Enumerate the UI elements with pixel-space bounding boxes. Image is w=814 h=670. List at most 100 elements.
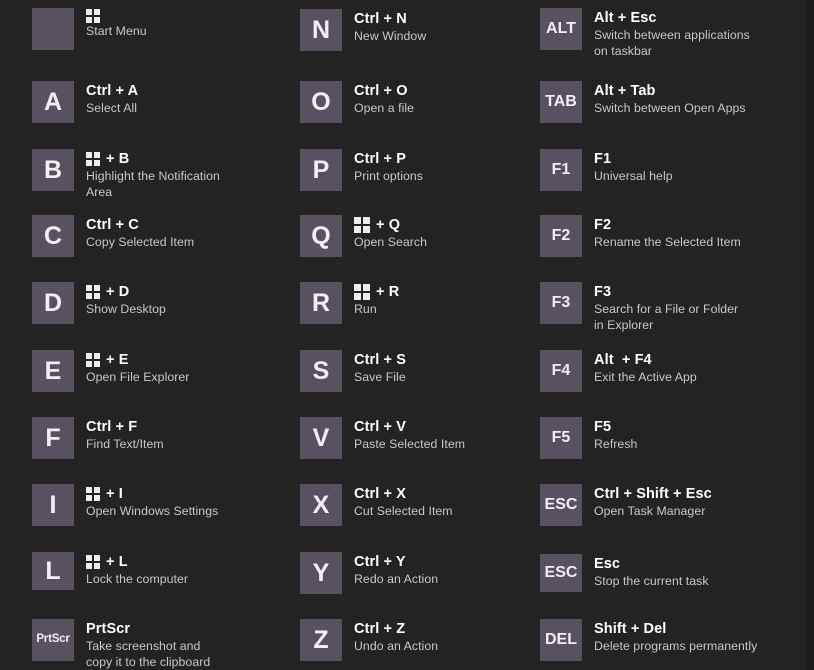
shortcut-title: F1: [594, 150, 673, 168]
shortcuts-cheatsheet: Start Menu ACtrl + ASelect All B+ BHighlig…: [0, 0, 814, 670]
key-tile-l: L: [32, 552, 74, 590]
shortcut-row[interactable]: ESC EscStop the current task: [540, 554, 709, 592]
shortcut-title: Ctrl + A: [86, 82, 138, 100]
shortcut-description: Start Menu: [86, 23, 147, 39]
key-tile-r: R: [300, 282, 342, 324]
shortcut-row[interactable]: ZCtrl + ZUndo an Action: [300, 619, 438, 661]
shortcut-row[interactable]: CCtrl + CCopy Selected Item: [32, 215, 194, 257]
windows-logo-quadrant: [94, 563, 100, 569]
key-tile-label: F: [45, 426, 60, 451]
shortcut-title: PrtScr: [86, 620, 210, 638]
shortcut-title: Esc: [594, 555, 709, 573]
shortcut-row[interactable]: OCtrl + OOpen a file: [300, 81, 414, 123]
windows-logo-quadrant: [86, 361, 92, 367]
shortcut-title: + Q: [354, 216, 427, 234]
shortcut-description: Copy Selected Item: [86, 234, 194, 250]
shortcut-description-line2: Area: [86, 184, 220, 200]
windows-logo-quadrant: [354, 293, 361, 300]
shortcut-row[interactable]: PCtrl + PPrint options: [300, 149, 423, 191]
shortcut-row[interactable]: SCtrl + SSave File: [300, 350, 406, 392]
shortcut-row[interactable]: XCtrl + XCut Selected Item: [300, 484, 453, 526]
shortcut-title: Ctrl + Z: [354, 620, 438, 638]
shortcut-row[interactable]: ESCCtrl + Shift + EscOpen Task Manager: [540, 484, 712, 526]
key-tile-d: D: [32, 282, 74, 324]
shortcut-title-text: Ctrl + X: [354, 485, 406, 503]
shortcut-row[interactable]: YCtrl + YRedo an Action: [300, 552, 438, 594]
shortcut-description: Exit the Active App: [594, 369, 697, 385]
shortcut-description: Open Task Manager: [594, 503, 712, 519]
shortcut-title: + B: [86, 150, 220, 168]
shortcut-row[interactable]: F2F2Rename the Selected Item: [540, 215, 741, 257]
shortcut-title: Alt + F4: [594, 351, 697, 369]
shortcut-description: Highlight the Notification: [86, 168, 220, 184]
windows-logo-quadrant: [94, 152, 100, 158]
shortcut-body: Ctrl + ZUndo an Action: [354, 619, 438, 654]
shortcut-row[interactable]: NCtrl + NNew Window: [300, 9, 426, 51]
shortcut-body: Ctrl + PPrint options: [354, 149, 423, 184]
shortcut-title: Ctrl + C: [86, 216, 194, 234]
shortcut-row[interactable]: PrtScrPrtScrTake screenshot andcopy it t…: [32, 619, 210, 670]
shortcut-description: Save File: [354, 369, 406, 385]
shortcut-title: Alt + Esc: [594, 9, 750, 27]
shortcut-title: Shift + Del: [594, 620, 757, 638]
shortcut-title-text: F1: [594, 150, 611, 168]
shortcut-title: F5: [594, 418, 637, 436]
shortcut-description-line2: in Explorer: [594, 317, 738, 333]
shortcut-row[interactable]: TAB Alt + TabSwitch between Open Apps: [540, 81, 746, 123]
shortcut-title: Ctrl + Y: [354, 553, 438, 571]
windows-logo-quadrant: [86, 152, 92, 158]
shortcut-body: F1Universal help: [594, 149, 673, 184]
windows-logo-icon: [32, 8, 74, 50]
shortcut-title-text: Ctrl + Y: [354, 553, 406, 571]
shortcut-row[interactable]: F1F1Universal help: [540, 149, 673, 191]
shortcut-body: Ctrl + CCopy Selected Item: [86, 215, 194, 250]
shortcut-row[interactable]: D + DShow Desktop: [32, 282, 166, 324]
shortcut-body: Ctrl + OOpen a file: [354, 81, 414, 116]
windows-logo-icon: [86, 555, 100, 569]
shortcut-body: + DShow Desktop: [86, 282, 166, 317]
shortcut-row[interactable]: FCtrl + FFind Text/Item: [32, 417, 164, 459]
key-tile-f: F: [32, 417, 74, 459]
key-tile-v: V: [300, 417, 342, 459]
shortcut-body: EscStop the current task: [594, 554, 709, 589]
shortcut-row[interactable]: I+ IOpen Windows Settings: [32, 484, 218, 526]
column-3: ALTAlt + EscSwitch between applicationso…: [530, 0, 814, 670]
shortcut-row[interactable]: F4 Alt + F4Exit the Active App: [540, 350, 697, 392]
shortcut-body: + EOpen File Explorer: [86, 350, 189, 385]
shortcut-title-text: Ctrl + P: [354, 150, 406, 168]
shortcut-row[interactable]: ACtrl + ASelect All: [32, 81, 138, 123]
key-tile-esc: ESC: [540, 554, 582, 592]
shortcut-title: [86, 9, 147, 23]
windows-logo-quadrant: [363, 217, 370, 224]
shortcut-row[interactable]: E+ EOpen File Explorer: [32, 350, 189, 392]
shortcut-title: Ctrl + X: [354, 485, 453, 503]
shortcut-body: Alt + TabSwitch between Open Apps: [594, 81, 746, 116]
windows-logo-quadrant: [86, 285, 92, 291]
shortcut-row[interactable]: F3F3Search for a File or Folderin Explor…: [540, 282, 738, 333]
shortcut-body: + QOpen Search: [354, 215, 427, 250]
key-tile-tab: TAB: [540, 81, 582, 123]
shortcut-title: F3: [594, 283, 738, 301]
key-tile-alt: ALT: [540, 8, 582, 50]
shortcut-row[interactable]: Start Menu: [32, 8, 147, 50]
shortcut-description: Universal help: [594, 168, 673, 184]
shortcut-description: Run: [354, 301, 399, 317]
shortcut-row[interactable]: Q+ QOpen Search: [300, 215, 427, 257]
shortcut-row[interactable]: ALTAlt + EscSwitch between applicationso…: [540, 8, 750, 59]
shortcut-row[interactable]: VCtrl + VPaste Selected Item: [300, 417, 465, 459]
key-tile-f4: F4: [540, 350, 582, 392]
shortcut-row[interactable]: F5F5Refresh: [540, 417, 637, 459]
windows-logo-quadrant: [363, 284, 370, 291]
shortcut-title: Alt + Tab: [594, 82, 746, 100]
shortcut-row[interactable]: DELShift + DelDelete programs permanentl…: [540, 619, 757, 661]
windows-logo-quadrant: [86, 495, 92, 501]
shortcut-body: Ctrl + ASelect All: [86, 81, 138, 116]
shortcut-title: Ctrl + Shift + Esc: [594, 485, 712, 503]
shortcut-body: Ctrl + NNew Window: [354, 9, 426, 44]
shortcut-description: Take screenshot and: [86, 638, 210, 654]
shortcut-row[interactable]: R+ RRun: [300, 282, 399, 324]
windows-logo-quadrant: [94, 353, 100, 359]
key-tile-label: F5: [552, 430, 571, 446]
shortcut-row[interactable]: B+ BHighlight the NotificationArea: [32, 149, 220, 200]
shortcut-row[interactable]: L+ LLock the computer: [32, 552, 188, 590]
